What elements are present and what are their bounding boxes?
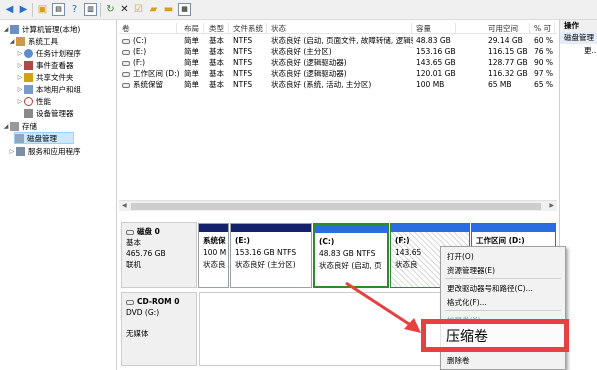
menu-item-open[interactable]: 打开(O) xyxy=(447,251,474,262)
shrink-volume-highlight[interactable]: 压缩卷 xyxy=(421,319,569,352)
menu-item-explorer[interactable]: 资源管理器(E) xyxy=(447,265,495,276)
menu-separator xyxy=(445,310,561,311)
menu-item-shrink-volume[interactable]: 压缩卷 xyxy=(446,326,488,346)
menu-item-delete-volume[interactable]: 删除卷 xyxy=(447,355,470,366)
menu-item-change-drive-letter[interactable]: 更改驱动器号和路径(C)... xyxy=(447,283,533,294)
menu-separator xyxy=(445,278,561,279)
menu-item-format[interactable]: 格式化(F)... xyxy=(447,297,487,308)
